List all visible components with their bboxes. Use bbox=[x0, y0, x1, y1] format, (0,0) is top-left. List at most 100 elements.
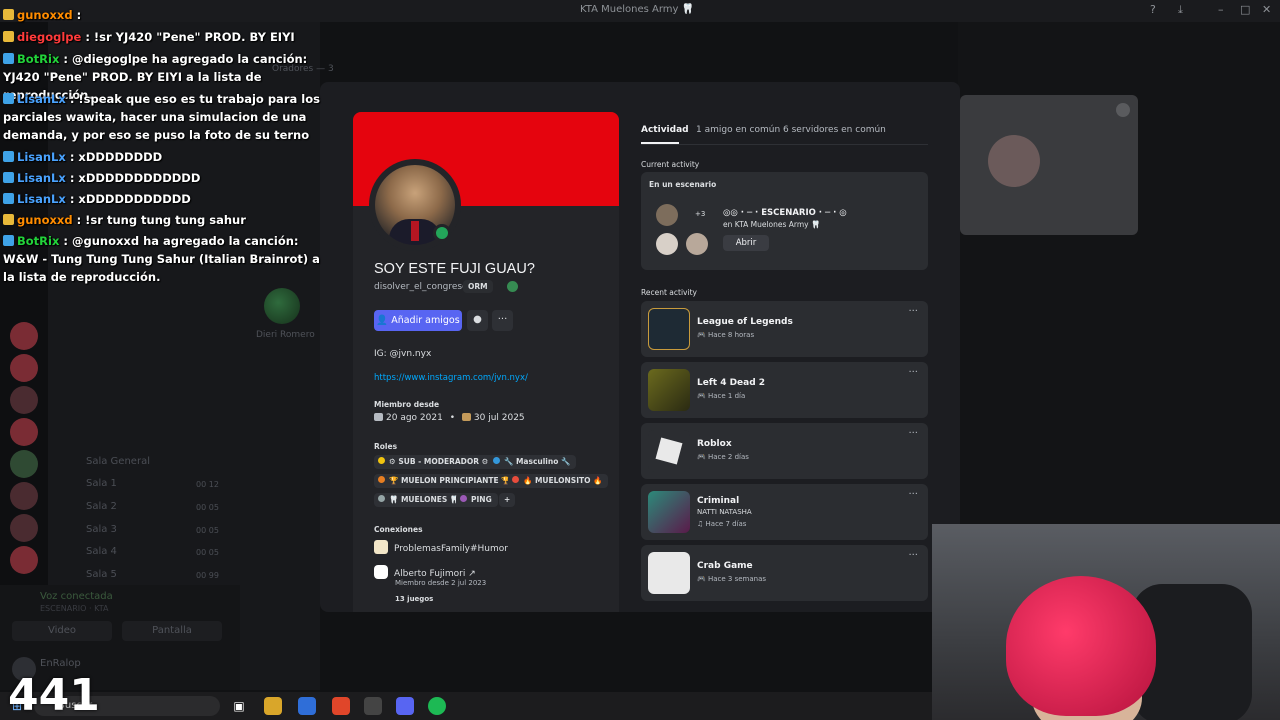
message-button[interactable]: ● bbox=[467, 310, 488, 331]
add-role-label: + bbox=[504, 495, 511, 504]
minimize-icon[interactable]: – bbox=[1218, 3, 1224, 16]
stream-counter: 441 bbox=[8, 670, 100, 720]
chat-message: diegoglpe : !sr YJ420 "Pene" PROD. BY EI… bbox=[3, 28, 328, 46]
connections-label: Conexiones bbox=[374, 525, 423, 534]
more-options-icon[interactable]: ··· bbox=[908, 489, 918, 500]
server-icon[interactable] bbox=[10, 322, 38, 350]
more-options-icon[interactable]: ··· bbox=[908, 367, 918, 378]
server-tag-badge[interactable]: ORM bbox=[463, 280, 493, 293]
activity-time-text: Hace 3 semanas bbox=[707, 575, 767, 583]
streamer-hair bbox=[1006, 576, 1156, 716]
add-friend-button[interactable]: 👤 Añadir amigos bbox=[374, 310, 462, 331]
settings-icon[interactable] bbox=[1116, 103, 1130, 117]
connection-name: ProblemasFamily#Humor bbox=[394, 544, 508, 554]
maximize-icon[interactable]: □ bbox=[1240, 3, 1250, 16]
voice-channel[interactable]: Sala 3 bbox=[86, 524, 117, 535]
open-button[interactable]: Abrir bbox=[723, 235, 769, 251]
role-name: 🔧 Masculino 🔧 bbox=[504, 457, 571, 466]
chat-username: LisanLx bbox=[17, 171, 66, 185]
window-title: KTA Muelones Army 🦷 bbox=[580, 4, 695, 15]
chat-text: : !sr YJ420 "Pene" PROD. BY EIYI bbox=[81, 30, 295, 44]
server-icon[interactable] bbox=[10, 386, 38, 414]
more-options-icon[interactable]: ··· bbox=[908, 428, 918, 439]
connection-item[interactable]: ProblemasFamily#Humor bbox=[374, 540, 508, 554]
voice-channel[interactable]: Sala 5 bbox=[86, 569, 117, 580]
chat-message: LisanLx : !speak que eso es tu trabajo p… bbox=[3, 90, 328, 144]
tab-mutual-friends[interactable]: 1 amigo en común bbox=[696, 125, 780, 135]
server-icon[interactable] bbox=[10, 546, 38, 574]
username: disolver_el_congreso bbox=[374, 282, 468, 292]
roles-label: Roles bbox=[374, 442, 398, 451]
voice-channel[interactable]: Sala 2 bbox=[86, 501, 117, 512]
voice-status: Voz conectada bbox=[40, 591, 113, 602]
chat-message: gunoxxd : !sr tung tung tung sahur bbox=[3, 211, 328, 229]
obs-icon[interactable] bbox=[364, 697, 382, 715]
voice-channel-name: ESCENARIO · KTA bbox=[40, 604, 109, 613]
avatar bbox=[656, 233, 678, 255]
connection-item[interactable]: Alberto Fujimori ↗ bbox=[374, 565, 476, 579]
current-activity-card: En un escenario +3 ◎◎ · ─ · ESCENARIO · … bbox=[641, 172, 928, 270]
voice-channel[interactable]: Sala 4 bbox=[86, 546, 117, 557]
chat-bubble-icon: ● bbox=[473, 314, 482, 325]
connection-name: Alberto Fujimori ↗ bbox=[394, 569, 476, 579]
badge-icon[interactable] bbox=[507, 281, 518, 292]
role-pill[interactable]: 🔥 MUELONSITO 🔥 bbox=[508, 474, 609, 488]
download-icon[interactable]: ⤓ bbox=[1178, 3, 1183, 17]
more-options-button[interactable]: ··· bbox=[492, 310, 513, 331]
more-options-icon[interactable]: ··· bbox=[908, 306, 918, 317]
badge-icon bbox=[3, 193, 14, 204]
bio-link[interactable]: https://www.instagram.com/jvn.nyx/ bbox=[374, 373, 528, 383]
server-icon[interactable] bbox=[10, 418, 38, 446]
games-count[interactable]: 13 juegos bbox=[395, 595, 433, 603]
role-color-dot bbox=[493, 457, 500, 464]
task-view-icon[interactable]: ▣ bbox=[230, 697, 248, 715]
activity-item[interactable]: Criminal NATTI NATASHA ♫ Hace 7 días ··· bbox=[641, 484, 928, 540]
add-friend-label: Añadir amigos bbox=[391, 315, 460, 326]
role-pill[interactable]: 🏆 MUELON PRINCIPIANTE 🏆 bbox=[374, 474, 517, 488]
role-color-dot bbox=[378, 495, 385, 502]
role-pill[interactable]: 🔧 Masculino 🔧 bbox=[489, 455, 577, 469]
activity-item[interactable]: Roblox 🎮 Hace 2 días ··· bbox=[641, 423, 928, 479]
server-icon[interactable] bbox=[10, 354, 38, 382]
role-pill[interactable]: PING bbox=[456, 493, 498, 507]
tab-activity[interactable]: Actividad bbox=[641, 125, 689, 135]
tab-mutual-servers[interactable]: 6 servidores en común bbox=[783, 125, 886, 135]
discord-icon[interactable] bbox=[396, 697, 414, 715]
activity-name: Crab Game bbox=[697, 561, 753, 571]
screen-share-button[interactable]: Pantalla bbox=[122, 621, 222, 641]
tab-divider bbox=[641, 144, 928, 145]
role-pill[interactable]: 🦷 MUELONES 🦷 bbox=[374, 493, 466, 507]
more-options-icon[interactable]: ··· bbox=[908, 550, 918, 561]
activity-item[interactable]: League of Legends 🎮 Hace 8 horas ··· bbox=[641, 301, 928, 357]
add-role-button[interactable]: + bbox=[499, 493, 516, 507]
stage-speaker-card[interactable] bbox=[960, 95, 1138, 235]
brave-icon[interactable] bbox=[332, 697, 350, 715]
crab-game-icon bbox=[648, 552, 690, 594]
voice-channel-count: 00 99 bbox=[196, 571, 219, 580]
server-icon[interactable] bbox=[10, 482, 38, 510]
close-icon[interactable]: ✕ bbox=[1262, 3, 1271, 16]
chat-username: gunoxxd bbox=[17, 213, 73, 227]
member-avatar[interactable] bbox=[264, 288, 300, 324]
video-button[interactable]: Video bbox=[12, 621, 112, 641]
chat-message: gunoxxd : bbox=[3, 6, 328, 24]
store-icon[interactable] bbox=[298, 697, 316, 715]
server-icon[interactable] bbox=[10, 450, 38, 478]
activity-item[interactable]: Crab Game 🎮 Hace 3 semanas ··· bbox=[641, 545, 928, 601]
voice-channel[interactable]: Sala 1 bbox=[86, 478, 117, 489]
separator: • bbox=[449, 413, 455, 423]
role-pill[interactable]: ⚙ SUB - MODERADOR ⚙ bbox=[374, 455, 495, 469]
file-explorer-icon[interactable] bbox=[264, 697, 282, 715]
activity-item[interactable]: Left 4 Dead 2 🎮 Hace 1 día ··· bbox=[641, 362, 928, 418]
webcam-feed bbox=[932, 524, 1280, 720]
chat-username: LisanLx bbox=[17, 92, 66, 106]
server-icon[interactable] bbox=[10, 514, 38, 542]
user-profile-modal: SOY ESTE FUJI GUAU? disolver_el_congreso… bbox=[320, 82, 960, 612]
more-options-label: ··· bbox=[497, 314, 508, 325]
voice-channel[interactable]: Sala General bbox=[86, 456, 150, 467]
spotify-icon[interactable] bbox=[428, 697, 446, 715]
help-icon[interactable]: ? bbox=[1150, 3, 1156, 16]
music-icon: ♫ bbox=[697, 520, 706, 528]
online-status-icon bbox=[433, 224, 451, 242]
chat-text: : xDDDDDDDDDDD bbox=[65, 192, 191, 206]
